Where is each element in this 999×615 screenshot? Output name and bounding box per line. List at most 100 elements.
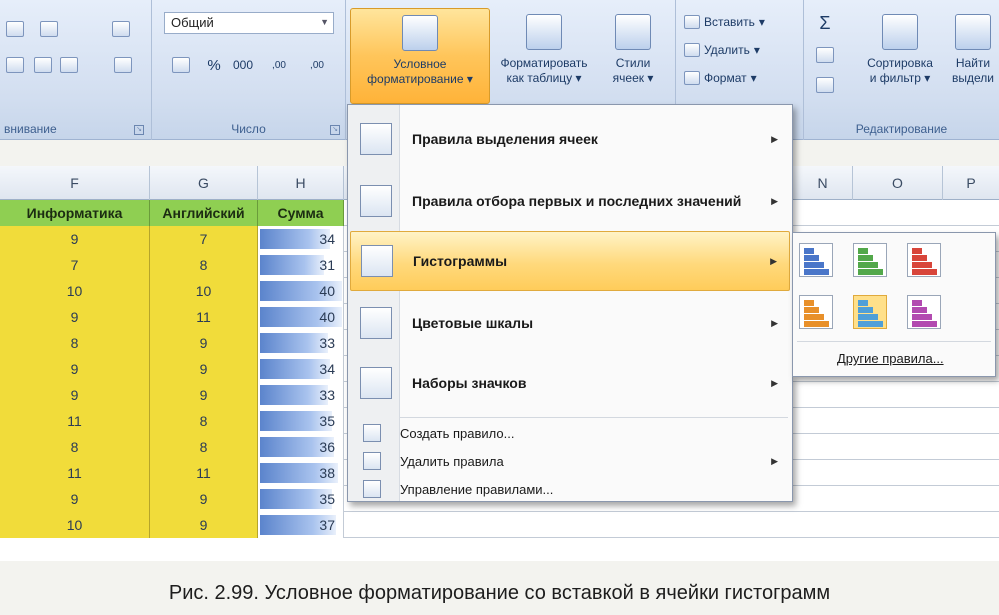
find-select-button[interactable]: Найти выдели: [950, 8, 996, 86]
merge-cells-button[interactable]: [108, 52, 138, 78]
english-cell[interactable]: 7: [150, 226, 258, 252]
informatics-cell[interactable]: 10: [0, 512, 150, 538]
english-cell[interactable]: 10: [150, 278, 258, 304]
wrap-text-button[interactable]: [108, 16, 134, 42]
bar-mark: [804, 314, 824, 320]
merge-icon: [114, 57, 132, 73]
column-header-g[interactable]: G: [150, 166, 258, 200]
menu-item-new-rule[interactable]: Создать правило...: [350, 419, 790, 447]
menu-item-data-bars[interactable]: Гистограммы ▶: [350, 231, 790, 291]
english-cell[interactable]: 11: [150, 304, 258, 330]
menu-item-clear-rules[interactable]: Удалить правила ▶: [350, 447, 790, 475]
english-cell[interactable]: 9: [150, 486, 258, 512]
autosum-button[interactable]: Σ: [810, 10, 840, 36]
sum-cell[interactable]: 33: [258, 330, 344, 356]
sum-cell[interactable]: 35: [258, 408, 344, 434]
informatics-cell[interactable]: 10: [0, 278, 150, 304]
header-cell-sum[interactable]: Сумма: [258, 200, 344, 226]
informatics-cell[interactable]: 9: [0, 356, 150, 382]
more-rules-link[interactable]: Другие правила...: [837, 351, 944, 366]
informatics-cell[interactable]: 11: [0, 408, 150, 434]
column-header-f[interactable]: F: [0, 166, 150, 200]
data-bar-style-option[interactable]: [799, 295, 833, 329]
sum-cell[interactable]: 36: [258, 434, 344, 460]
informatics-cell[interactable]: 8: [0, 330, 150, 356]
clear-button[interactable]: [810, 72, 840, 98]
currency-format-button[interactable]: [164, 52, 198, 78]
insert-button[interactable]: Вставить ▾: [684, 12, 765, 32]
increase-decimal-button[interactable]: ,00: [262, 52, 296, 78]
english-cell[interactable]: 9: [150, 356, 258, 382]
menu-item-icon-sets[interactable]: Наборы значков ▶: [350, 353, 790, 413]
header-cell-english[interactable]: Английский: [150, 200, 258, 226]
alignment-dialog-launcher[interactable]: ↘: [134, 125, 144, 135]
english-cell[interactable]: 9: [150, 512, 258, 538]
sum-value: 36: [319, 439, 335, 455]
menu-item-color-scales[interactable]: Цветовые шкалы ▶: [350, 293, 790, 353]
bar-mark: [912, 255, 927, 261]
header-cell-informatics[interactable]: Информатика: [0, 200, 150, 226]
column-header-h[interactable]: H: [258, 166, 344, 200]
data-bar-style-option[interactable]: [853, 243, 887, 277]
data-bar-style-option[interactable]: [853, 295, 887, 329]
eraser-icon: [816, 77, 834, 93]
fill-button[interactable]: [810, 42, 840, 68]
menu-item-label: Наборы значков: [412, 375, 527, 391]
column-header-p[interactable]: P: [943, 166, 999, 200]
cell-styles-button[interactable]: Стили ячеек ▾: [600, 8, 666, 86]
orientation-button[interactable]: [32, 16, 66, 42]
number-dialog-launcher[interactable]: ↘: [330, 125, 340, 135]
thousands-separator-button[interactable]: 000: [228, 52, 258, 78]
informatics-cell[interactable]: 8: [0, 434, 150, 460]
bar-mark: [912, 262, 932, 268]
bar-mark: [804, 300, 814, 306]
informatics-cell[interactable]: 7: [0, 252, 150, 278]
english-cell[interactable]: 9: [150, 330, 258, 356]
english-cell[interactable]: 8: [150, 252, 258, 278]
sum-value: 35: [319, 413, 335, 429]
data-bar-style-option[interactable]: [907, 295, 941, 329]
data-bar-style-option[interactable]: [907, 243, 941, 277]
sort-filter-button[interactable]: Сортировка и фильтр ▾: [860, 8, 940, 86]
format-button[interactable]: Формат ▾: [684, 68, 757, 88]
justify-button[interactable]: [4, 52, 26, 78]
sum-value: 31: [319, 257, 335, 273]
sum-cell[interactable]: 34: [258, 356, 344, 382]
sum-cell[interactable]: 37: [258, 512, 344, 538]
english-cell[interactable]: 8: [150, 434, 258, 460]
number-format-combo[interactable]: Общий ▼: [164, 12, 334, 34]
decrease-indent-button[interactable]: [32, 52, 54, 78]
english-cell[interactable]: 8: [150, 408, 258, 434]
informatics-cell[interactable]: 9: [0, 486, 150, 512]
format-as-table-button[interactable]: Форматировать как таблицу ▾: [494, 8, 594, 86]
sum-cell[interactable]: 35: [258, 486, 344, 512]
increase-indent-button[interactable]: [58, 52, 80, 78]
sort-filter-icon: [882, 14, 918, 50]
sum-cell[interactable]: 38: [258, 460, 344, 486]
bar-mark: [858, 262, 878, 268]
sum-cell[interactable]: 31: [258, 252, 344, 278]
data-bar-style-option[interactable]: [799, 243, 833, 277]
english-cell[interactable]: 9: [150, 382, 258, 408]
delete-button[interactable]: Удалить ▾: [684, 40, 760, 60]
decrease-decimal-button[interactable]: ,00: [300, 52, 334, 78]
percent-button[interactable]: %: [202, 52, 226, 78]
align-left-button[interactable]: [4, 16, 26, 42]
column-header-o[interactable]: O: [853, 166, 943, 200]
informatics-cell[interactable]: 11: [0, 460, 150, 486]
informatics-cell[interactable]: 9: [0, 304, 150, 330]
informatics-cell[interactable]: 9: [0, 226, 150, 252]
sum-cell[interactable]: 40: [258, 278, 344, 304]
column-header-n[interactable]: N: [793, 166, 853, 200]
menu-item-top-bottom-rules[interactable]: Правила отбора первых и последних значен…: [350, 171, 790, 231]
currency-icon: [172, 57, 190, 73]
sum-cell[interactable]: 34: [258, 226, 344, 252]
menu-item-highlight-cells-rules[interactable]: Правила выделения ячеек ▶: [350, 109, 790, 169]
sum-cell[interactable]: 33: [258, 382, 344, 408]
conditional-formatting-button[interactable]: Условное форматирование ▾: [350, 8, 490, 104]
sum-cell[interactable]: 40: [258, 304, 344, 330]
informatics-cell[interactable]: 9: [0, 382, 150, 408]
bar-mark: [912, 314, 932, 320]
menu-item-manage-rules[interactable]: Управление правилами...: [350, 475, 790, 503]
english-cell[interactable]: 11: [150, 460, 258, 486]
